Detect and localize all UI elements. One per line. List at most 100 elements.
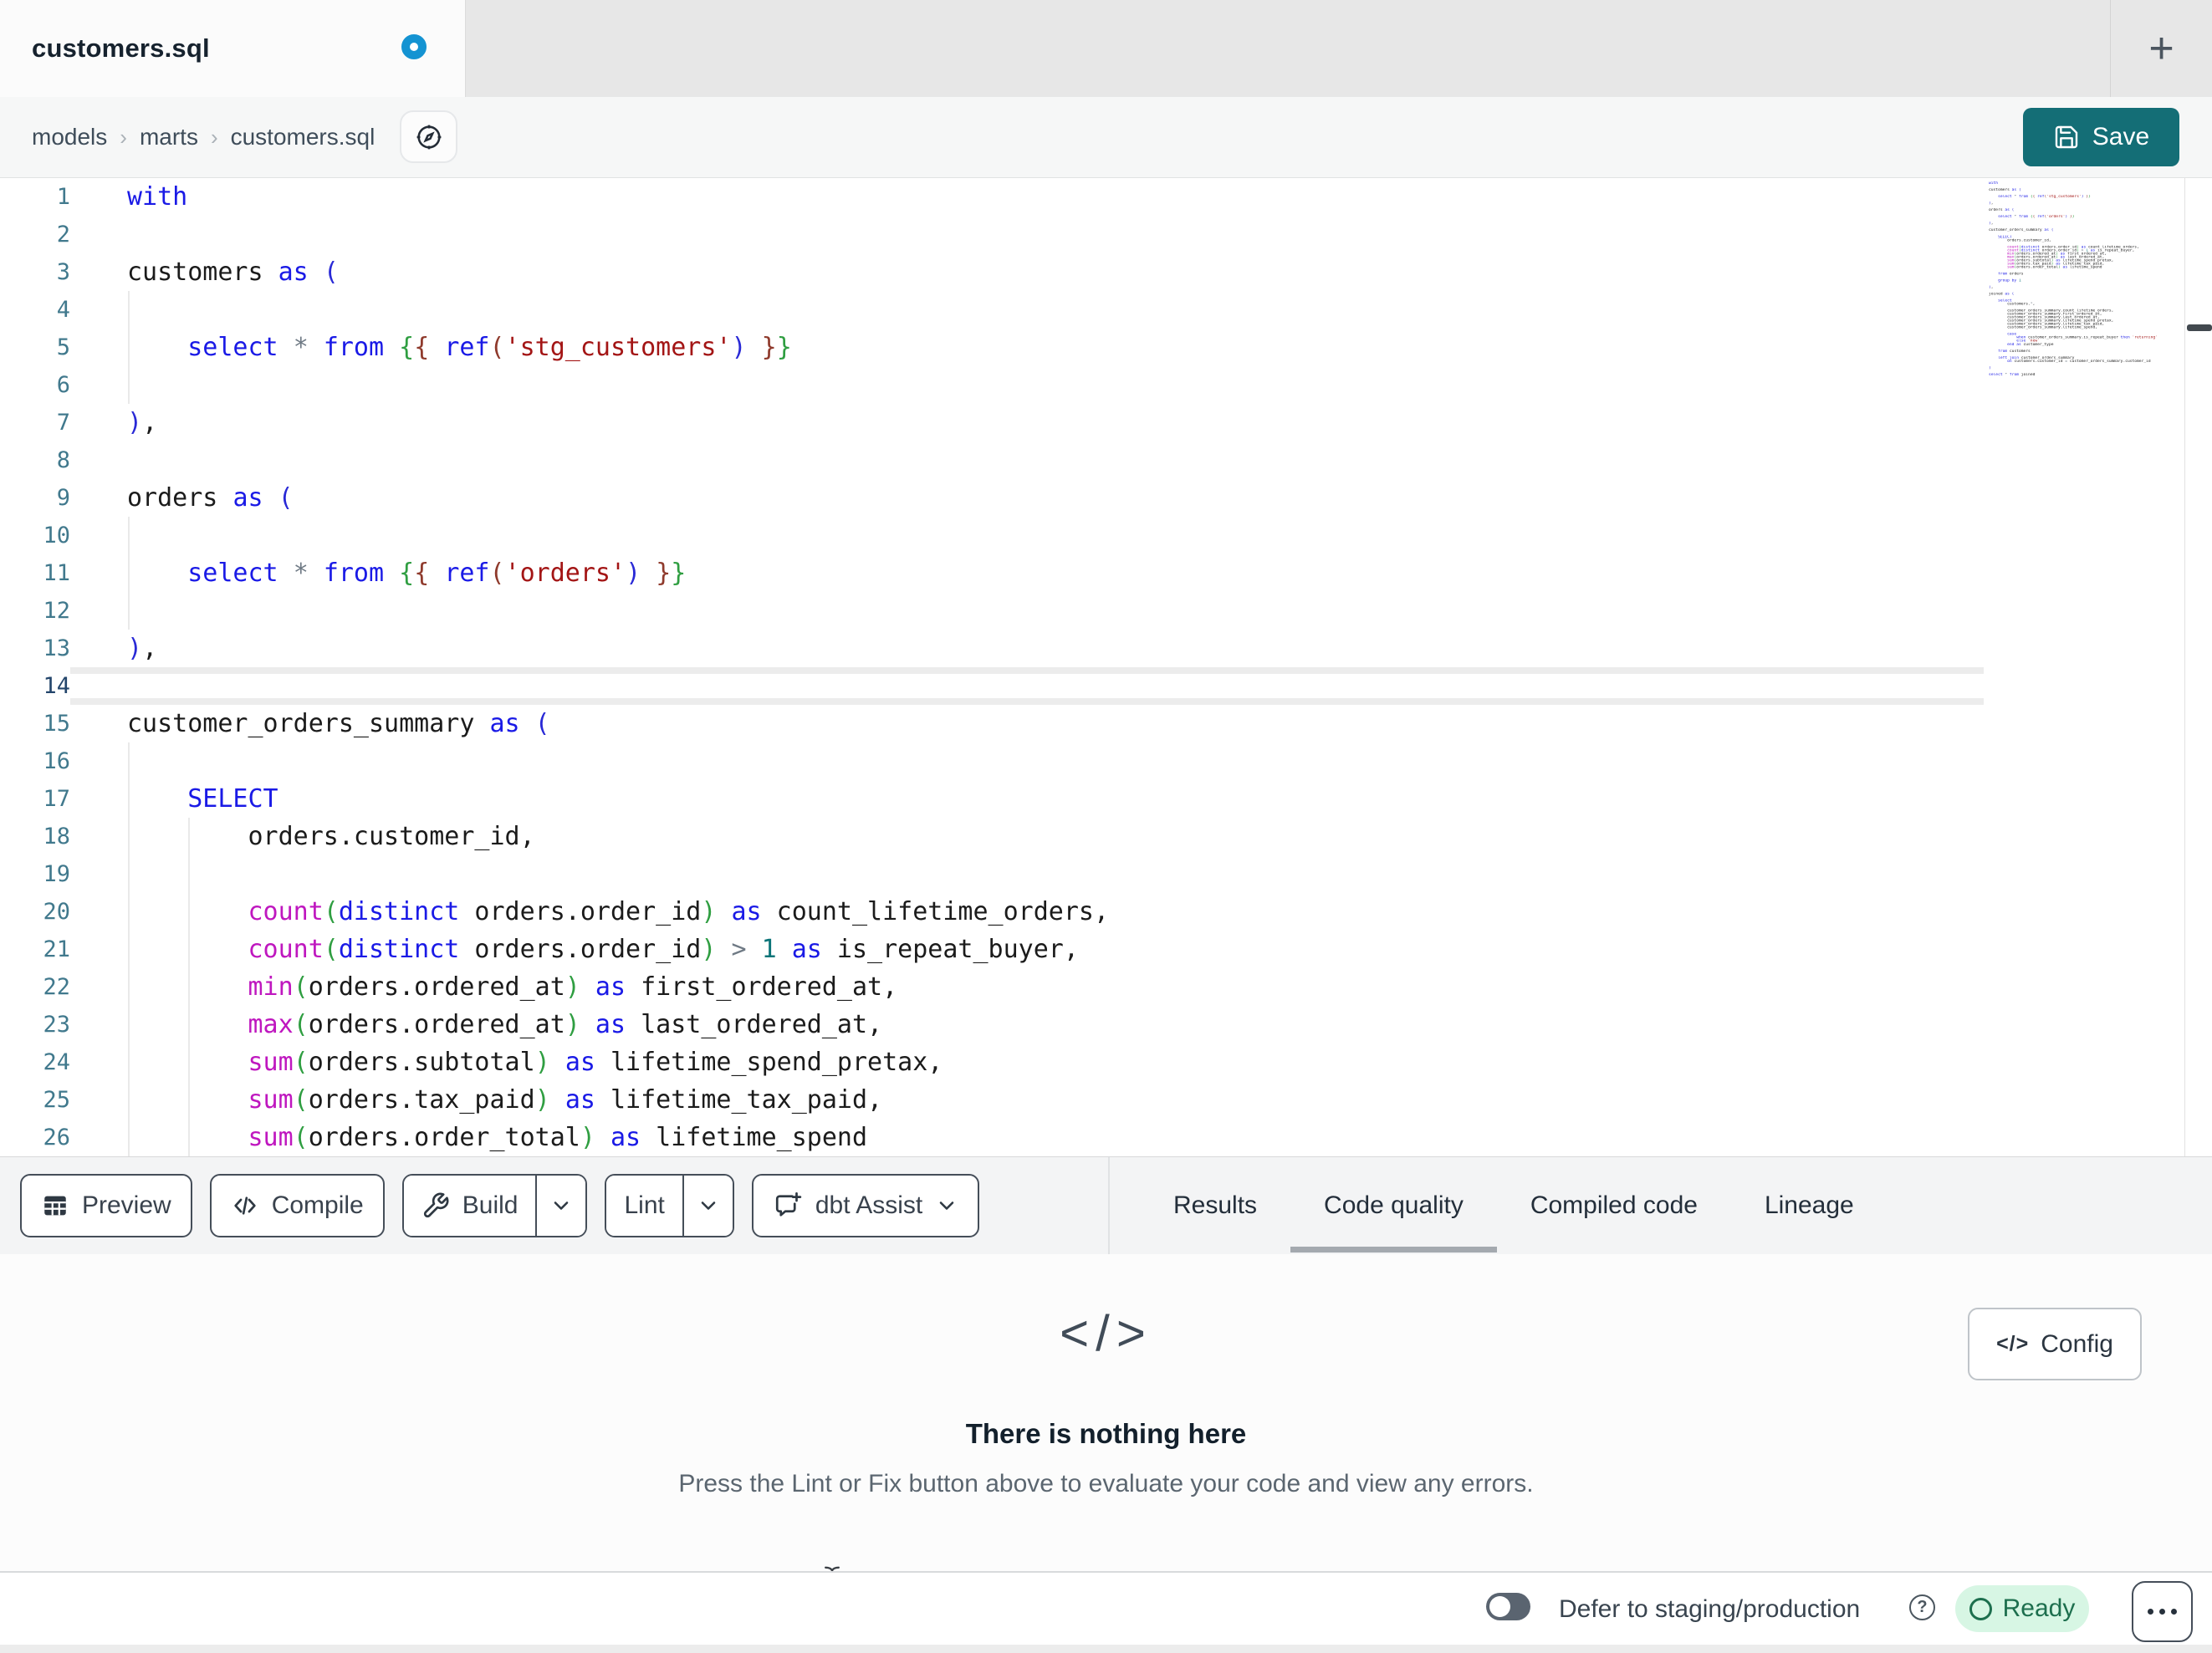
code-line[interactable]: 18 orders.customer_id, [0,818,1984,855]
empty-state-title: There is nothing here [965,1418,1247,1449]
code-editor[interactable]: 1 with 2 3 customers as (4 5 select * from {{… [0,178,2212,1156]
chevron-down-icon [701,1201,716,1210]
code-line[interactable]: 25 sum(orders.tax_paid) as lifetime_tax_… [0,1081,1984,1119]
line-number: 11 [43,560,70,586]
code-line[interactable]: 22 min(orders.ordered_at) as first_order… [0,968,1984,1006]
code-line[interactable]: 10 [0,517,1984,554]
toolbar-tabs-divider [1108,1157,1110,1254]
ready-status-circle-icon [1969,1597,1992,1620]
line-number: 20 [43,899,70,925]
code-line[interactable]: 6 [0,366,1984,404]
code-line[interactable]: 3 customers as ( [0,253,1984,291]
minimap[interactable]: with customers as ( select * from {{ ref(… [1989,181,2183,583]
code-line[interactable]: 16 [0,742,1984,780]
code-line[interactable]: 23 max(orders.ordered_at) as last_ordere… [0,1006,1984,1043]
indent-guide [128,1043,130,1081]
ready-status-label: Ready [2002,1594,2076,1622]
ellipsis-dot [2171,1609,2177,1615]
breadcrumb-item-marts[interactable]: marts [140,124,198,151]
breadcrumb-item-customers.sql[interactable]: customers.sql [231,124,375,151]
empty-state-subtitle: Press the Lint or Fix button above to ev… [678,1470,1534,1497]
indent-guide [188,818,190,855]
new-tab-button[interactable]: + [2148,27,2174,70]
code-line[interactable]: 13), [0,630,1984,667]
overflow-menu-button[interactable] [2132,1581,2193,1642]
line-number: 24 [43,1049,70,1075]
code-line[interactable]: 12 [0,592,1984,630]
explore-lineage-button[interactable] [400,110,457,163]
indent-guide [128,329,130,366]
code-line[interactable]: 19 [0,855,1984,893]
line-number: 5 [56,334,70,360]
dbt-assist-button[interactable]: dbt Assist [751,1174,980,1237]
chevron-down-icon [554,1201,569,1210]
indent-guide [128,366,130,404]
help-icon[interactable]: ? [1909,1594,1935,1620]
line-number: 19 [43,861,70,887]
panel-tab-compiled-code[interactable]: Compiled code [1497,1157,1731,1254]
indent-guide [188,968,190,1006]
save-icon [2055,125,2077,149]
line-number: 22 [43,974,70,1000]
code-line[interactable]: 1 with [0,178,1984,216]
code-line[interactable]: 21 count(distinct orders.order_id) > 1 a… [0,931,1984,968]
code-line[interactable]: 15 customer_orders_summary as ( [0,705,1984,742]
window-bottom-edge [0,1645,2212,1653]
preview-button[interactable]: Preview [20,1174,192,1237]
code-line-text: SELECT [187,784,278,814]
code-line-text: select * from {{ ref('stg_customers') }} [187,333,792,362]
defer-toggle[interactable] [1486,1593,1530,1620]
breadcrumb-bar: models › marts › customers.sql Save [0,97,2212,178]
code-line-text: orders as ( [127,483,294,513]
config-button[interactable]: </> Config [1968,1308,2142,1380]
code-line[interactable]: 4 [0,291,1984,329]
file-tab-customers-sql[interactable]: customers.sql [0,0,466,97]
code-line-text: max(orders.ordered_at) as last_ordered_a… [248,1010,883,1039]
compass-icon [416,125,441,149]
code-line[interactable]: 24 sum(orders.subtotal) as lifetime_spen… [0,1043,1984,1081]
code-line[interactable]: 17 SELECT [0,780,1984,818]
indent-guide [128,1119,130,1156]
lint-button[interactable]: Lint [606,1176,682,1236]
code-line[interactable]: 8 [0,441,1984,479]
indent-guide [128,780,130,818]
code-line[interactable]: 5 select * from {{ ref('stg_customers') … [0,329,1984,366]
file-tab-title: customers.sql [32,33,210,63]
lint-button-label: Lint [624,1191,665,1219]
compile-button[interactable]: Compile [209,1174,385,1237]
indent-guide [188,931,190,968]
code-line[interactable]: 20 count(distinct orders.order_id) as co… [0,893,1984,931]
indent-guide [128,1081,130,1119]
compile-button-label: Compile [271,1191,364,1219]
panel-tab-lineage[interactable]: Lineage [1731,1157,1888,1254]
code-line[interactable]: 11 select * from {{ ref('orders') }} [0,554,1984,592]
active-code-line[interactable]: 14 [0,667,1984,705]
dbt-ide-window: customers.sql + models › marts › customers.s… [0,0,2212,1653]
unsaved-changes-dot [401,34,427,59]
code-line[interactable]: 7), [0,404,1984,441]
build-dropdown-button[interactable] [535,1176,586,1236]
code-line-text: with [127,182,188,212]
panel-tab-code-quality[interactable]: Code quality [1290,1157,1497,1254]
indent-guide [188,855,190,893]
lint-dropdown-button[interactable] [682,1176,733,1236]
panel-tab-results[interactable]: Results [1140,1157,1290,1254]
line-number: 18 [43,824,70,849]
editor-scrollbar-thumb[interactable] [2187,324,2212,331]
editor-scrollbar-track[interactable] [2184,178,2212,1156]
breadcrumb-item-models[interactable]: models [32,124,107,151]
ellipsis-dot [2148,1609,2153,1615]
code-line[interactable]: 9 orders as ( [0,479,1984,517]
code-line[interactable]: 2 [0,216,1984,253]
save-button[interactable]: Save [2023,108,2179,166]
build-button[interactable]: Build [403,1176,536,1236]
code-line[interactable]: 26 sum(orders.order_total) as lifetime_s… [0,1119,1984,1156]
toggle-knob [1489,1596,1510,1617]
